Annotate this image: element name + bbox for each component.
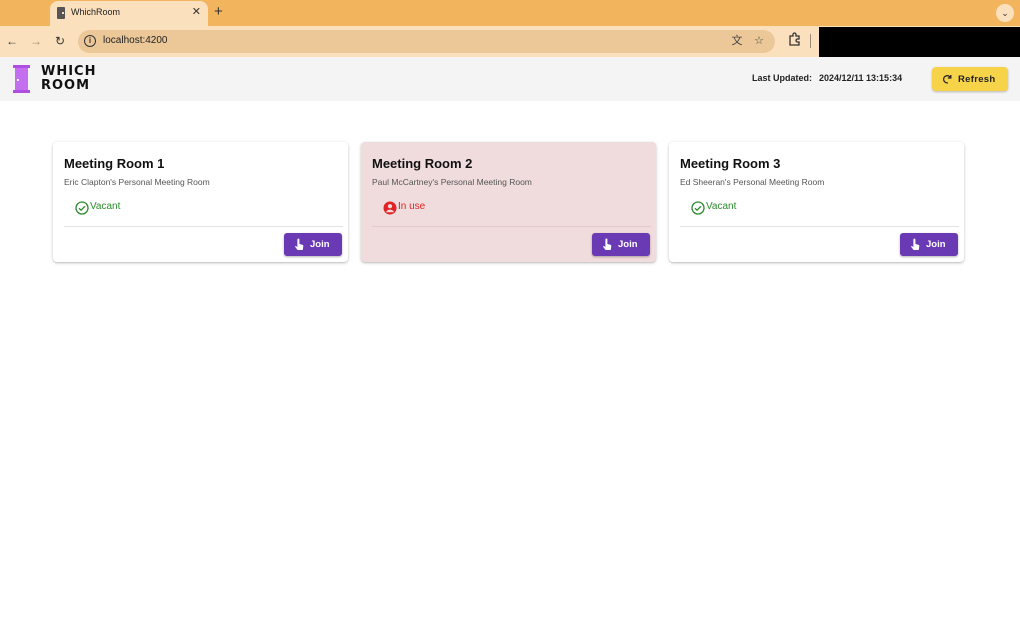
tab-close-icon[interactable]: ✕ bbox=[192, 5, 201, 19]
address-bar[interactable]: i localhost:4200 文 ☆ bbox=[78, 30, 775, 53]
room-status-text: Vacant bbox=[90, 201, 121, 212]
touch-icon bbox=[603, 238, 612, 250]
check-circle-icon bbox=[75, 201, 89, 215]
logo-wordmark: WHICH ROOM bbox=[41, 65, 96, 93]
refresh-icon bbox=[943, 75, 952, 84]
translate-icon[interactable]: 文 bbox=[730, 34, 744, 49]
room-title: Meeting Room 1 bbox=[64, 156, 165, 171]
door-logo-icon bbox=[13, 65, 30, 93]
info-icon[interactable]: i bbox=[84, 35, 96, 47]
touch-icon bbox=[911, 238, 920, 250]
back-icon[interactable]: ← bbox=[4, 32, 20, 50]
join-label: Join bbox=[310, 239, 330, 250]
touch-icon bbox=[295, 238, 304, 250]
browser-tab[interactable]: WhichRoom ✕ bbox=[50, 1, 208, 26]
card-divider bbox=[680, 226, 959, 227]
user-circle-icon bbox=[383, 201, 397, 215]
tab-title: WhichRoom bbox=[71, 7, 121, 17]
card-divider bbox=[372, 226, 651, 227]
logo-line-2: ROOM bbox=[41, 78, 91, 93]
forward-icon[interactable]: → bbox=[28, 32, 44, 50]
toolbar-divider bbox=[810, 34, 811, 48]
url-text[interactable]: localhost:4200 bbox=[103, 35, 168, 46]
room-card: Meeting Room 2 Paul McCartney's Personal… bbox=[361, 142, 656, 262]
room-subtitle: Eric Clapton's Personal Meeting Room bbox=[64, 177, 210, 187]
app-header: WHICH ROOM Last Updated: 2024/12/11 13:1… bbox=[0, 57, 1020, 101]
room-card: Meeting Room 1 Eric Clapton's Personal M… bbox=[53, 142, 348, 262]
profile-area-redacted bbox=[819, 27, 1020, 57]
refresh-button[interactable]: Refresh bbox=[932, 67, 1008, 91]
last-updated-label: Last Updated: bbox=[752, 73, 813, 83]
room-subtitle: Ed Sheeran's Personal Meeting Room bbox=[680, 177, 825, 187]
join-button[interactable]: Join bbox=[900, 233, 958, 256]
logo-line-1: WHICH bbox=[41, 64, 97, 79]
join-label: Join bbox=[618, 239, 638, 250]
star-icon[interactable]: ☆ bbox=[752, 34, 766, 49]
refresh-label: Refresh bbox=[958, 74, 996, 85]
join-button[interactable]: Join bbox=[284, 233, 342, 256]
last-updated-value: 2024/12/11 13:15:34 bbox=[819, 73, 903, 83]
new-tab-icon[interactable]: + bbox=[214, 3, 223, 21]
tab-menu-icon[interactable]: ⌄ bbox=[996, 4, 1014, 22]
door-favicon-icon bbox=[57, 7, 65, 19]
join-label: Join bbox=[926, 239, 946, 250]
room-card: Meeting Room 3 Ed Sheeran's Personal Mee… bbox=[669, 142, 964, 262]
join-button[interactable]: Join bbox=[592, 233, 650, 256]
room-status-text: In use bbox=[398, 201, 426, 212]
room-subtitle: Paul McCartney's Personal Meeting Room bbox=[372, 177, 532, 187]
reload-icon[interactable]: ↻ bbox=[52, 32, 68, 50]
browser-tab-strip: WhichRoom ✕ + ⌄ bbox=[0, 0, 1020, 26]
room-title: Meeting Room 3 bbox=[680, 156, 781, 171]
check-circle-icon bbox=[691, 201, 705, 215]
room-title: Meeting Room 2 bbox=[372, 156, 473, 171]
extensions-icon[interactable] bbox=[787, 32, 801, 48]
room-status-text: Vacant bbox=[706, 201, 737, 212]
card-divider bbox=[64, 226, 343, 227]
